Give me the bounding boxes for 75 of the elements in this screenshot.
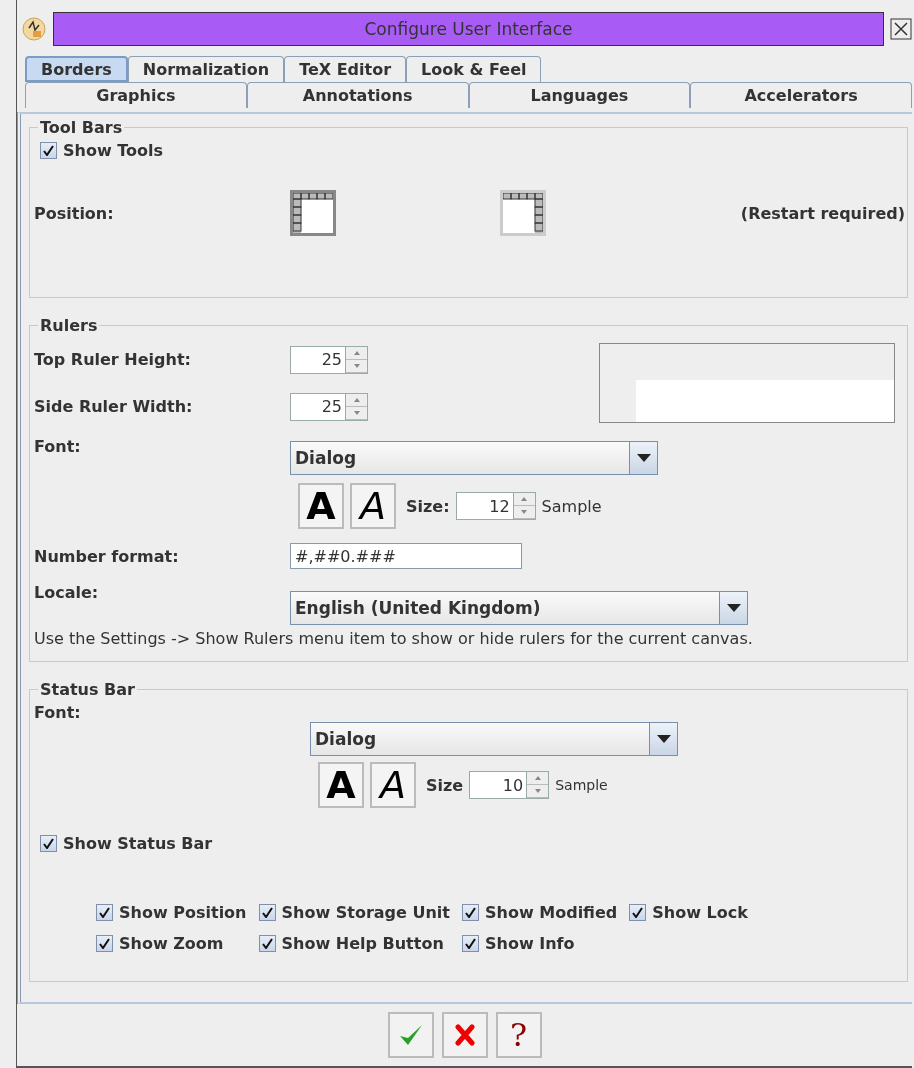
position-label: Position: (34, 203, 115, 223)
number-spinner[interactable]: 12 (455, 492, 536, 520)
group-title: Rulers (39, 316, 99, 335)
checkbox-label: Show Position (119, 903, 247, 922)
tab[interactable]: Annotations (246, 82, 469, 108)
app-icon (21, 16, 47, 42)
checkbox-label: Show Lock (652, 903, 748, 922)
tab[interactable]: TeX Editor (284, 56, 407, 82)
checkbox[interactable] (629, 904, 647, 921)
number-spinner[interactable]: 25 (290, 392, 368, 421)
cancel-button[interactable] (441, 1012, 488, 1058)
spin-up-icon[interactable] (353, 397, 360, 402)
spin-up-icon[interactable] (534, 776, 541, 780)
checkbox[interactable] (462, 904, 479, 921)
checkbox-label: Show Modified (485, 903, 618, 922)
checkbox[interactable] (258, 935, 276, 952)
checkbox-label: Show Zoom (119, 934, 224, 953)
checkbox-label: Show Help Button (281, 934, 444, 953)
checkbox-label: Show Tools (63, 141, 164, 160)
group-title: Tool Bars (39, 118, 124, 137)
dropdown[interactable]: Dialog (310, 722, 678, 756)
field-label: Side Ruler Width: (34, 397, 194, 416)
checkbox[interactable] (258, 904, 276, 921)
tab[interactable]: Borders (25, 56, 128, 82)
spin-down-icon[interactable] (534, 789, 541, 793)
field-label: Font: (34, 703, 81, 722)
toolbar-layout-button[interactable] (500, 190, 546, 236)
number-spinner[interactable]: 10 (469, 771, 550, 799)
checkbox[interactable] (40, 835, 57, 852)
field-label: Top Ruler Height: (34, 350, 192, 369)
checkbox-label: Show Status Bar (63, 834, 213, 853)
bold-button[interactable]: A (298, 483, 344, 529)
restart-note: (Restart required) (740, 203, 905, 223)
dropdown[interactable]: English (United Kingdom) (290, 591, 748, 625)
font-sample: Sample (555, 777, 608, 793)
field-label: Font: (34, 437, 82, 456)
field-label: Locale: (34, 583, 100, 602)
italic-button[interactable]: A (370, 762, 416, 808)
checkbox[interactable] (462, 935, 479, 952)
ok-button[interactable] (387, 1012, 434, 1058)
tab[interactable]: Accelerators (690, 82, 912, 108)
spin-up-icon[interactable] (353, 350, 360, 355)
tab[interactable]: Languages (468, 82, 691, 108)
window-title: Configure User Interface (53, 12, 884, 46)
text-field[interactable]: #,##0.### (290, 543, 522, 569)
help-text: Use the Settings -> Show Rulers menu item to show or hide rulers for the current canvas. (34, 629, 754, 648)
bold-button[interactable]: A (318, 762, 364, 808)
spin-down-icon[interactable] (353, 410, 360, 415)
size-label: Size (426, 775, 464, 795)
tab[interactable]: Graphics (25, 82, 247, 108)
font-sample: Sample (541, 496, 602, 516)
spin-up-icon[interactable] (521, 497, 528, 501)
checkbox[interactable] (40, 142, 57, 159)
group-title: Status Bar (39, 680, 136, 699)
italic-button[interactable]: A (350, 483, 396, 529)
tab[interactable]: Normalization (127, 56, 285, 82)
spin-down-icon[interactable] (521, 510, 528, 514)
field-label: Number format: (34, 546, 180, 566)
caret-icon (636, 454, 651, 462)
tab[interactable]: Look & Feel (406, 56, 542, 82)
help-button[interactable]: ? (495, 1012, 542, 1058)
checkbox-label: Show Storage Unit (281, 903, 450, 922)
close-icon[interactable] (890, 18, 912, 40)
dropdown[interactable]: Dialog (290, 441, 658, 475)
caret-icon (656, 735, 671, 743)
checkmark-icon (397, 1023, 424, 1047)
caret-icon (726, 604, 741, 612)
cross-icon (454, 1024, 475, 1046)
size-label: Size: (406, 496, 450, 516)
checkbox-label: Show Info (485, 934, 575, 953)
checkbox[interactable] (96, 904, 113, 921)
checkbox[interactable] (96, 935, 113, 952)
toolbar-layout-button[interactable] (290, 190, 336, 236)
number-spinner[interactable]: 25 (290, 345, 368, 374)
spin-down-icon[interactable] (353, 363, 360, 368)
